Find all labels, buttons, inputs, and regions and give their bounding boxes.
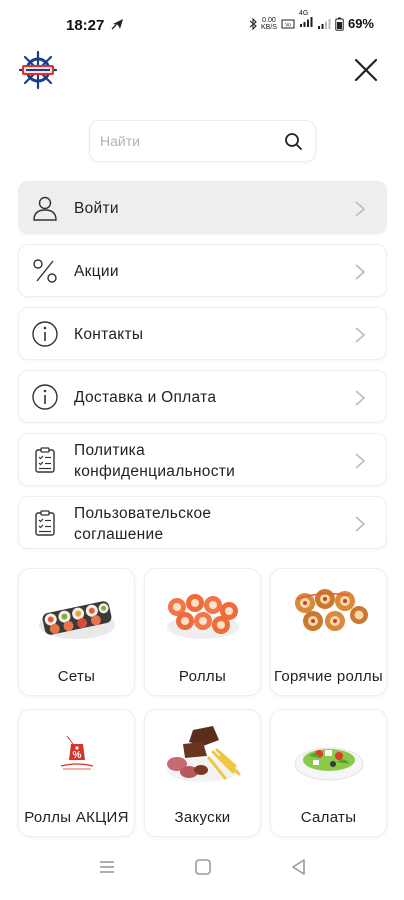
svg-text:%: % <box>73 750 82 761</box>
chevron-right-icon <box>355 453 366 469</box>
clipboard-icon <box>35 447 55 473</box>
category-card-rolls[interactable]: Роллы <box>144 568 261 696</box>
status-bar: 18:27 0.00 KB/S Vo 4G 69% <box>0 0 404 44</box>
category-label: Сеты <box>57 668 96 685</box>
battery-icon <box>335 17 344 31</box>
location-arrow-icon <box>111 19 123 30</box>
network-type-label: 4G <box>298 10 309 17</box>
signal-icon-2 <box>317 18 331 29</box>
chevron-right-icon <box>355 201 366 217</box>
chevron-right-icon <box>355 516 366 532</box>
status-indicators: 0.00 KB/S Vo 4G 69% <box>249 10 374 31</box>
chevron-right-icon <box>355 264 366 280</box>
category-label: Закуски <box>174 809 231 826</box>
menu-item-label: Политика конфиденциальности <box>74 441 236 480</box>
category-label: Салаты <box>300 809 357 826</box>
user-icon <box>33 196 57 221</box>
system-nav-bar <box>0 840 404 900</box>
recent-apps-icon[interactable] <box>96 856 118 878</box>
signal-icon <box>299 17 313 27</box>
clipboard-icon <box>35 510 55 536</box>
side-menu: Войти Акции Контакты Доставка и Оплата П… <box>18 181 387 559</box>
category-card-hot-rolls[interactable]: Горячие роллы <box>270 568 387 696</box>
menu-item-privacy-policy[interactable]: Политика конфиденциальности <box>18 433 387 486</box>
category-card-rolls-promo[interactable]: % Роллы АКЦИЯ <box>18 709 135 837</box>
bluetooth-icon <box>249 17 257 30</box>
percent-icon <box>33 259 57 283</box>
category-label: Роллы <box>178 668 227 685</box>
snacks-image <box>167 726 241 782</box>
menu-item-label: Контакты <box>74 326 144 343</box>
search-box <box>89 120 316 162</box>
category-label: Горячие роллы <box>273 668 383 685</box>
chevron-right-icon <box>355 327 366 343</box>
hot-rolls-image <box>295 589 368 631</box>
category-label: Роллы АКЦИЯ <box>24 809 129 826</box>
search-icon[interactable] <box>284 132 303 151</box>
menu-item-label: Войти <box>74 200 119 217</box>
promo-tag-image: % <box>60 735 94 770</box>
rolls-image <box>167 594 239 639</box>
menu-item-promotions[interactable]: Акции <box>18 244 387 297</box>
info-icon <box>32 321 58 347</box>
status-time: 18:27 <box>66 17 105 34</box>
menu-item-user-agreement[interactable]: Пользовательское соглашение <box>18 496 387 549</box>
sushi-set-image <box>39 601 115 639</box>
network-type: 4G <box>299 10 313 31</box>
chevron-right-icon <box>355 390 366 406</box>
category-card-snacks[interactable]: Закуски <box>144 709 261 837</box>
salad-image <box>294 747 364 781</box>
menu-item-login[interactable]: Войти <box>18 181 387 234</box>
menu-item-contacts[interactable]: Контакты <box>18 307 387 360</box>
menu-item-label: Акции <box>74 263 119 280</box>
header <box>0 50 404 94</box>
menu-item-label: Доставка и Оплата <box>74 389 217 406</box>
search-input[interactable] <box>100 121 270 161</box>
category-card-sets[interactable]: Сеты <box>18 568 135 696</box>
close-icon[interactable] <box>352 56 380 84</box>
ship-wheel-logo[interactable] <box>18 50 58 90</box>
svg-text:Vo: Vo <box>285 22 291 28</box>
network-speed: 0.00 KB/S <box>261 16 277 31</box>
battery-percent: 69% <box>347 16 374 31</box>
menu-item-label: Пользовательское соглашение <box>74 504 212 543</box>
info-icon <box>32 384 58 410</box>
back-icon[interactable] <box>288 856 310 878</box>
volte-icon: Vo <box>281 19 295 28</box>
category-card-salads[interactable]: Салаты <box>270 709 387 837</box>
menu-item-delivery[interactable]: Доставка и Оплата <box>18 370 387 423</box>
home-icon[interactable] <box>192 856 214 878</box>
